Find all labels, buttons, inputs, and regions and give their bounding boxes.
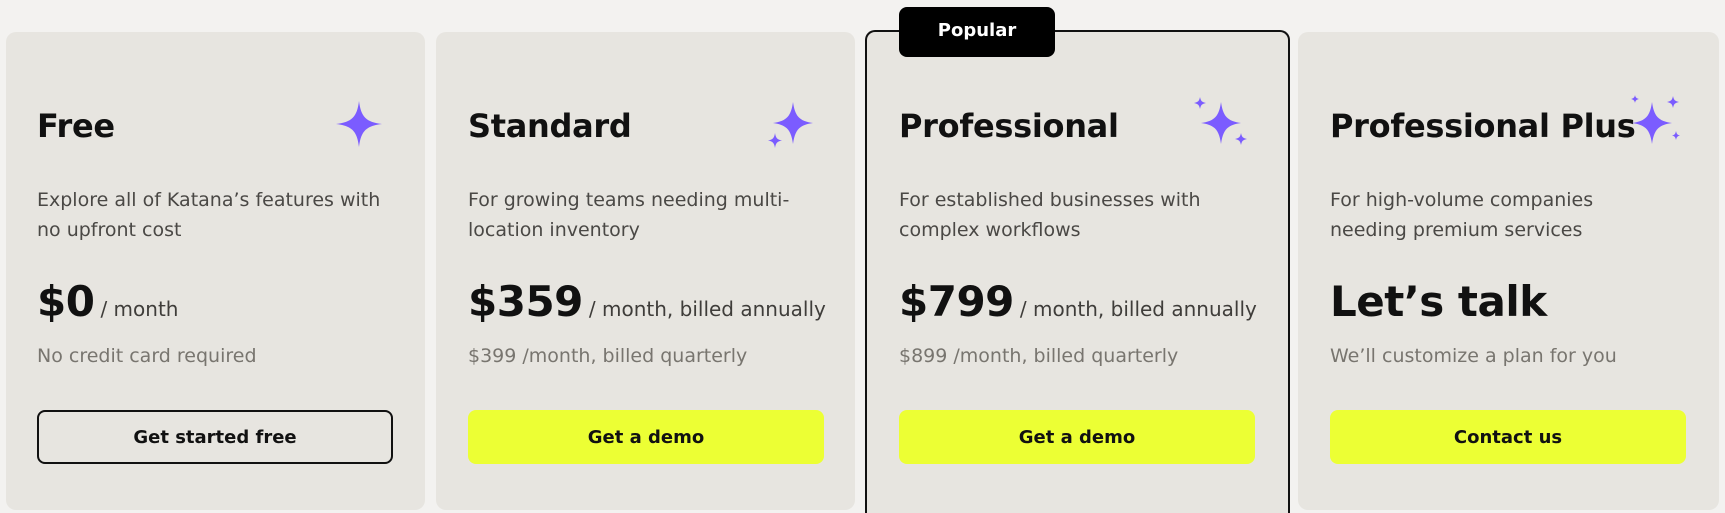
price-row: $0 / month (37, 277, 178, 326)
price-row: $359 / month, billed annually (468, 277, 826, 326)
get-started-free-button[interactable]: Get started free (37, 410, 393, 464)
plan-description: For high-volume companies needing premiu… (1330, 189, 1594, 241)
plan-title: Professional Plus (1330, 107, 1636, 145)
price-row: Let’s talk (1330, 277, 1553, 326)
plan-title: Professional (899, 107, 1119, 145)
price-note: We’ll customize a plan for you (1330, 345, 1617, 367)
price-amount: $799 (899, 277, 1014, 326)
price-period: / month (100, 297, 179, 321)
sparkle-double-icon (766, 100, 818, 150)
plan-title: Standard (468, 107, 632, 145)
price-amount: Let’s talk (1330, 277, 1547, 326)
plan-description: For established businesses with complex … (899, 189, 1201, 241)
plan-description: For growing teams needing multi-location… (468, 189, 790, 241)
popular-badge: Popular (899, 7, 1055, 57)
price-row: $799 / month, billed annually (899, 277, 1257, 326)
price-amount: $0 (37, 277, 95, 326)
get-a-demo-button[interactable]: Get a demo (899, 410, 1255, 464)
price-period: / month, billed annually (1019, 297, 1257, 321)
contact-us-button[interactable]: Contact us (1330, 410, 1686, 464)
price-period: / month, billed annually (588, 297, 826, 321)
plan-description: Explore all of Katana’s features with no… (37, 189, 381, 241)
price-note: No credit card required (37, 345, 257, 367)
plan-title: Free (37, 107, 115, 145)
sparkle-triple-icon (1193, 96, 1251, 150)
price-note: $399 /month, billed quarterly (468, 345, 748, 367)
sparkle-single-icon (336, 101, 382, 147)
price-amount: $359 (468, 277, 583, 326)
get-a-demo-button[interactable]: Get a demo (468, 410, 824, 464)
sparkle-cluster-icon (1626, 94, 1684, 148)
price-note: $899 /month, billed quarterly (899, 345, 1179, 367)
